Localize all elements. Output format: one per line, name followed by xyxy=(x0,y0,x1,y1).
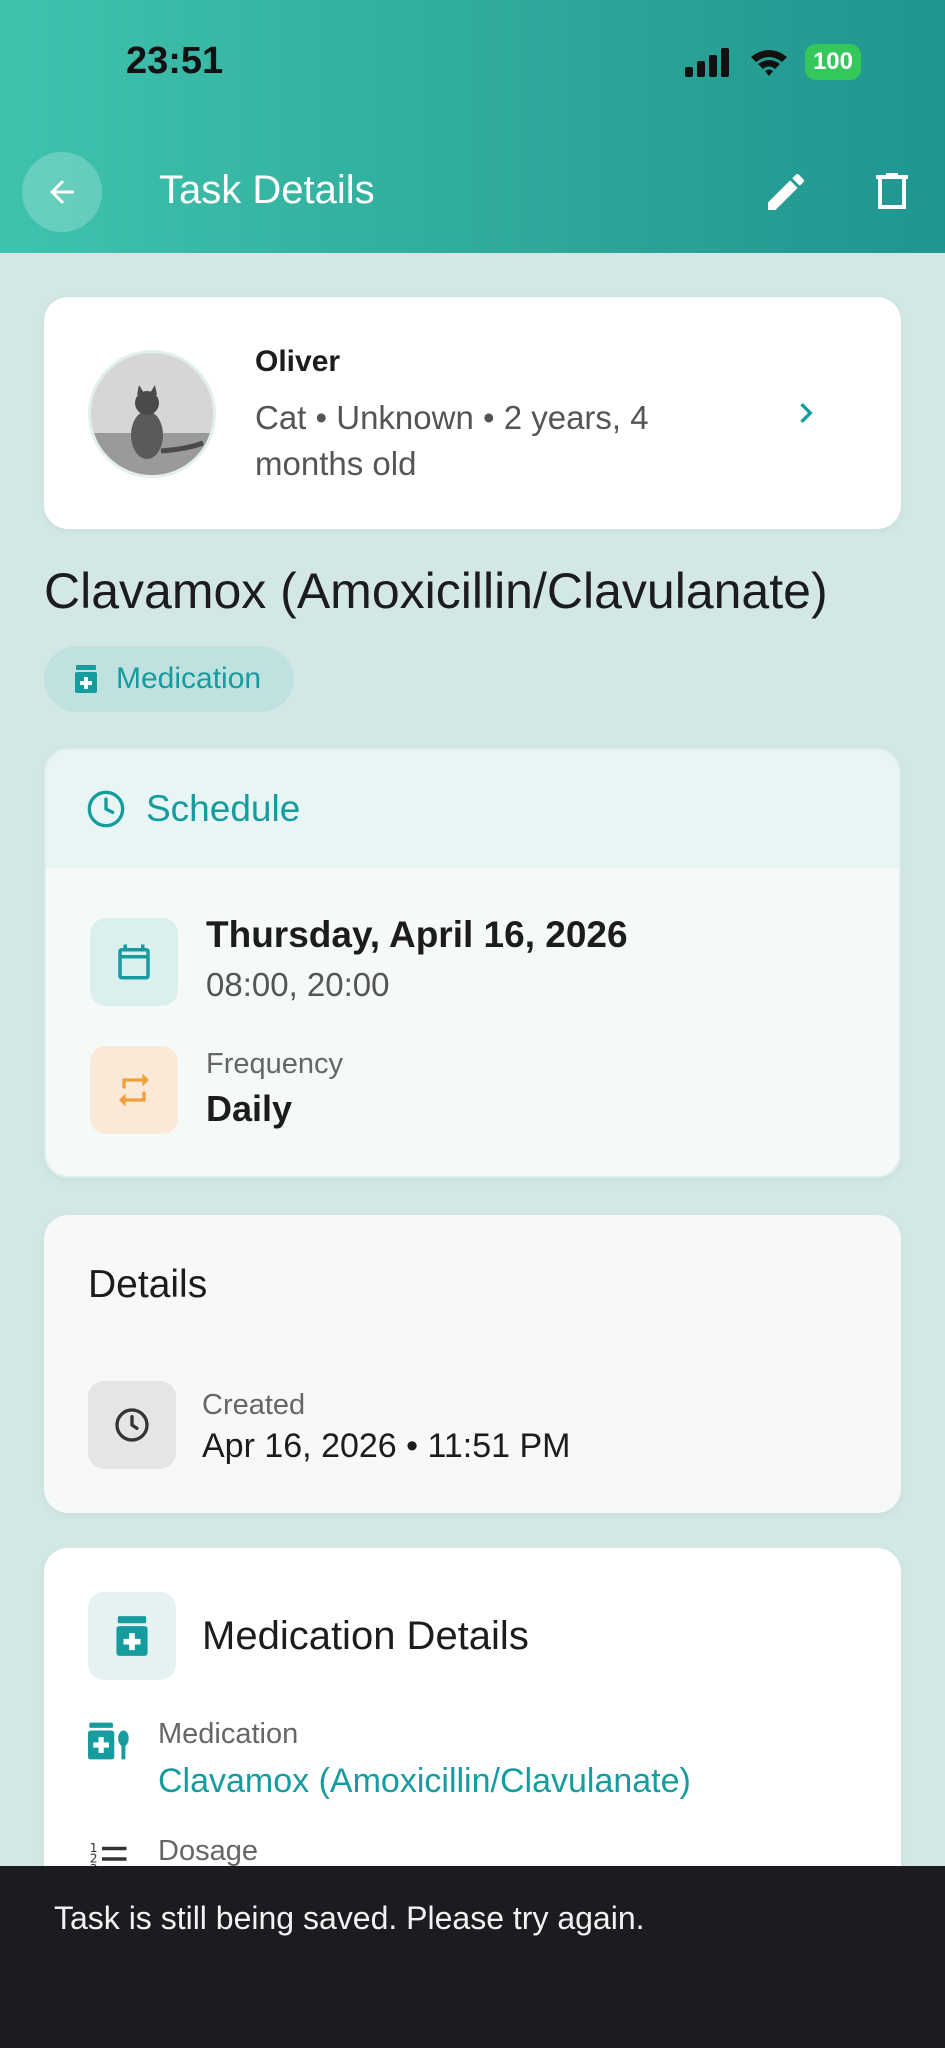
trash-icon xyxy=(876,173,908,209)
battery-indicator: 100 xyxy=(804,44,861,80)
medication-icon xyxy=(88,1722,129,1760)
frequency-value: Daily xyxy=(206,1088,293,1129)
medication-icon xyxy=(75,665,97,693)
back-button[interactable] xyxy=(22,152,102,232)
medication-icon-box xyxy=(88,1592,176,1680)
signal-icon xyxy=(684,48,729,77)
medication-details-heading: Medication Details xyxy=(202,1614,529,1658)
medication-label: Medication xyxy=(158,1718,299,1750)
dosage-label: Dosage xyxy=(158,1835,258,1867)
details-card: Details Created Apr 16, 2026 • 11:51 PM xyxy=(44,1215,901,1513)
status-icons: 100 xyxy=(683,44,861,80)
created-icon-box xyxy=(88,1381,176,1469)
edit-pencil-icon xyxy=(768,173,805,210)
details-heading: Details xyxy=(88,1263,208,1306)
app-header: 23:51 100 Task Details xyxy=(0,0,945,253)
pet-meta: Cat • Unknown • 2 years, 4 months old xyxy=(255,399,649,482)
calendar-icon xyxy=(118,944,150,980)
created-value: Apr 16, 2026 • 11:51 PM xyxy=(202,1427,571,1465)
schedule-date: Thursday, April 16, 2026 xyxy=(206,914,628,955)
schedule-times: 08:00, 20:00 xyxy=(206,966,390,1003)
delete-button[interactable] xyxy=(868,166,916,216)
clock-icon xyxy=(115,1408,149,1442)
pet-avatar xyxy=(88,350,216,478)
schedule-card: Schedule Thursday, April 16, 2026 08:00,… xyxy=(44,748,901,1178)
chevron-right-icon xyxy=(800,403,813,423)
task-type-label: Medication xyxy=(116,662,262,695)
cat-photo xyxy=(91,353,213,475)
schedule-header: Schedule xyxy=(46,750,899,868)
snackbar-message: Task is still being saved. Please try ag… xyxy=(54,1900,645,1936)
task-title: Clavamox (Amoxicillin/Clavulanate) xyxy=(44,563,828,619)
medication-value: Clavamox (Amoxicillin/Clavulanate) xyxy=(158,1762,691,1800)
back-arrow-icon xyxy=(50,180,74,204)
calendar-icon-box xyxy=(90,918,178,1006)
pet-card[interactable]: Oliver Cat • Unknown • 2 years, 4 months… xyxy=(44,297,901,529)
snackbar: Task is still being saved. Please try ag… xyxy=(0,1866,945,2048)
status-time: 23:51 xyxy=(126,40,224,82)
schedule-heading: Schedule xyxy=(146,788,301,829)
created-label: Created xyxy=(202,1389,306,1421)
edit-button[interactable] xyxy=(762,168,810,216)
pet-name: Oliver xyxy=(255,345,341,378)
medication-icon xyxy=(116,1616,148,1656)
wifi-icon xyxy=(750,50,787,76)
repeat-icon xyxy=(119,1073,149,1107)
clock-icon xyxy=(87,790,125,828)
page-title: Task Details xyxy=(159,168,375,212)
task-type-chip: Medication xyxy=(44,646,294,712)
repeat-icon-box xyxy=(90,1046,178,1134)
frequency-label: Frequency xyxy=(206,1048,344,1080)
